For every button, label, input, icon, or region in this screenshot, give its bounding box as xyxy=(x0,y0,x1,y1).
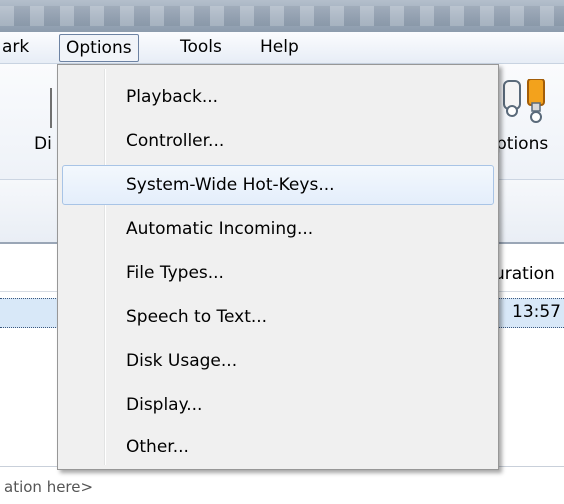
menu-item-file-types[interactable]: File Types... xyxy=(62,253,494,293)
menu-item-label: Speech to Text... xyxy=(126,307,268,327)
menu-item-system-wide-hot-keys[interactable]: System-Wide Hot-Keys... xyxy=(62,165,494,205)
notes-hint[interactable]: ation here> xyxy=(4,478,93,496)
menu-item-disk-usage[interactable]: Disk Usage... xyxy=(62,341,494,381)
menu-item-speech-to-text[interactable]: Speech to Text... xyxy=(62,297,494,337)
menu-item-label: Controller... xyxy=(126,131,225,151)
menu-item-label: Other... xyxy=(126,437,189,457)
toolbar-icon-partial xyxy=(50,88,52,128)
title-bar-blur xyxy=(0,6,564,26)
menu-item-label: Playback... xyxy=(126,87,219,107)
menu-options[interactable]: Options xyxy=(59,34,139,62)
column-header-duration[interactable]: uration xyxy=(494,264,555,284)
menu-bookmark[interactable]: ark xyxy=(0,34,35,62)
toolbar-button-label-left[interactable]: Di xyxy=(34,134,52,154)
toolbar-options-label[interactable]: ptions xyxy=(496,134,548,154)
menu-item-other[interactable]: Other... xyxy=(62,427,494,467)
menu-tools[interactable]: Tools xyxy=(174,34,228,62)
menu-item-label: Display... xyxy=(126,395,203,415)
menu-item-automatic-incoming[interactable]: Automatic Incoming... xyxy=(62,209,494,249)
menu-item-label: File Types... xyxy=(126,263,224,283)
title-bar xyxy=(0,0,564,32)
menu-item-controller[interactable]: Controller... xyxy=(62,121,494,161)
menu-help[interactable]: Help xyxy=(254,34,305,62)
menu-bar: ark Options Tools Help xyxy=(0,32,564,64)
options-dropdown-menu: Playback... Controller... System-Wide Ho… xyxy=(57,64,499,470)
options-icon[interactable] xyxy=(500,79,550,123)
duration-cell: 13:57 xyxy=(512,302,561,322)
menu-item-display[interactable]: Display... xyxy=(62,385,494,425)
menu-item-label: Automatic Incoming... xyxy=(126,219,314,239)
menu-item-label: Disk Usage... xyxy=(126,351,238,371)
menu-item-label: System-Wide Hot-Keys... xyxy=(126,175,335,195)
menu-item-playback[interactable]: Playback... xyxy=(62,77,494,117)
